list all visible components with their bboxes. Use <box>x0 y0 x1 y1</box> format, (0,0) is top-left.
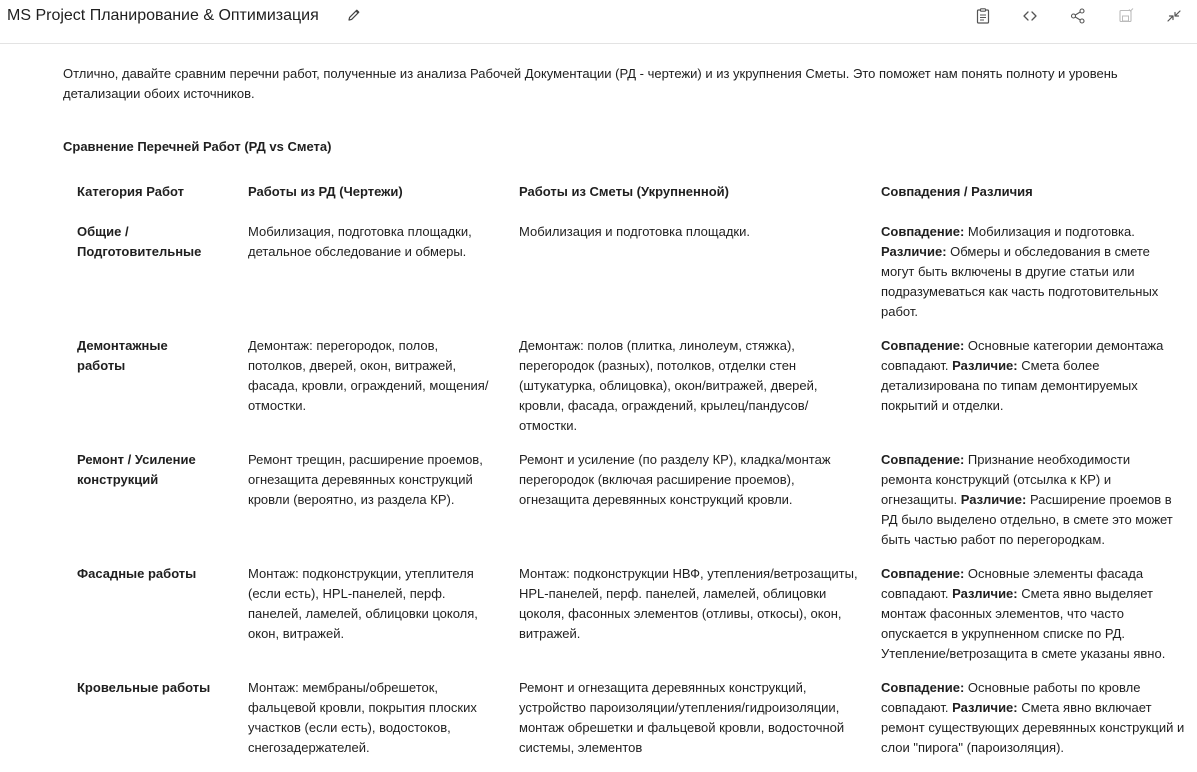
table-row: Кровельные работы Монтаж: мембраны/обреш… <box>63 678 1197 772</box>
comparison-table: Категория Работ Работы из РД (Чертежи) Р… <box>63 180 1197 772</box>
row-smeta: Монтаж: подконструкции НВФ, утепления/ве… <box>519 566 858 641</box>
table-row: Ремонт / Усиление конструкций Ремонт тре… <box>63 450 1197 564</box>
table-row: Фасадные работы Монтаж: подконструкции, … <box>63 564 1197 678</box>
header-comparison: Совпадения / Различия <box>881 184 1033 199</box>
row-rd: Ремонт трещин, расширение проемов, огнез… <box>248 452 483 507</box>
row-smeta: Ремонт и огнезащита деревянных конструкц… <box>519 680 845 755</box>
table-row: Общие / Подготовительные Мобилизация, по… <box>63 222 1197 336</box>
match-label: Совпадение: <box>881 452 965 467</box>
header-category: Категория Работ <box>77 184 184 199</box>
row-category: Кровельные работы <box>77 680 211 695</box>
row-rd: Мобилизация, подготовка площадки, деталь… <box>248 224 472 259</box>
row-comparison: Совпадение: Основные работы по кровле со… <box>867 678 1191 758</box>
row-category: Фасадные работы <box>77 566 197 581</box>
match-label: Совпадение: <box>881 566 965 581</box>
collapse-icon[interactable] <box>1165 7 1183 25</box>
match-label: Совпадение: <box>881 338 965 353</box>
row-rd: Монтаж: мембраны/обрешеток, фальцевой кр… <box>248 680 477 755</box>
row-category: Демонтажные работы <box>77 338 168 373</box>
row-rd: Демонтаж: перегородок, полов, потолков, … <box>248 338 489 413</box>
diff-label: Различие: <box>952 700 1018 715</box>
row-rd: Монтаж: подконструкции, утеплителя (если… <box>248 566 478 641</box>
row-comparison: Совпадение: Признание необходимости ремо… <box>867 450 1181 550</box>
table-row: Демонтажные работы Демонтаж: перегородок… <box>63 336 1197 450</box>
row-comparison: Совпадение: Основные категории демонтажа… <box>867 336 1193 416</box>
top-bar: MS Project Планирование & Оптимизация <box>0 0 1197 44</box>
row-comparison: Совпадение: Мобилизация и подготовка. Ра… <box>867 222 1181 322</box>
message-content: Отлично, давайте сравним перечни работ, … <box>63 44 1197 755</box>
code-icon[interactable] <box>1021 7 1039 25</box>
page-title: MS Project Планирование & Оптимизация <box>7 7 319 24</box>
save-icon[interactable] <box>1117 7 1135 25</box>
table-header-row: Категория Работ Работы из РД (Чертежи) Р… <box>63 180 1197 222</box>
match-text: Мобилизация и подготовка. <box>967 224 1135 239</box>
document-icon[interactable] <box>974 7 992 25</box>
diff-label: Различие: <box>881 244 947 259</box>
row-comparison: Совпадение: Основные элементы фасада сов… <box>867 564 1191 664</box>
row-category: Ремонт / Усиление конструкций <box>77 452 196 487</box>
row-smeta: Демонтаж: полов (плитка, линолеум, стяжк… <box>519 338 818 433</box>
match-label: Совпадение: <box>881 224 965 239</box>
intro-paragraph: Отлично, давайте сравним перечни работ, … <box>63 66 1118 101</box>
diff-label: Различие: <box>952 586 1018 601</box>
row-smeta: Ремонт и усиление (по разделу КР), кладк… <box>519 452 831 507</box>
diff-label: Различие: <box>952 358 1018 373</box>
row-category: Общие / Подготовительные <box>77 224 202 259</box>
edit-title-icon[interactable] <box>346 7 362 23</box>
header-rd: Работы из РД (Чертежи) <box>248 184 403 199</box>
section-title: Сравнение Перечней Работ (РД vs Смета) <box>63 139 332 154</box>
row-smeta: Мобилизация и подготовка площадки. <box>519 224 750 239</box>
header-smeta: Работы из Сметы (Укрупненной) <box>519 184 729 199</box>
share-icon[interactable] <box>1069 7 1087 25</box>
diff-label: Различие: <box>960 492 1027 507</box>
match-label: Совпадение: <box>881 680 965 695</box>
